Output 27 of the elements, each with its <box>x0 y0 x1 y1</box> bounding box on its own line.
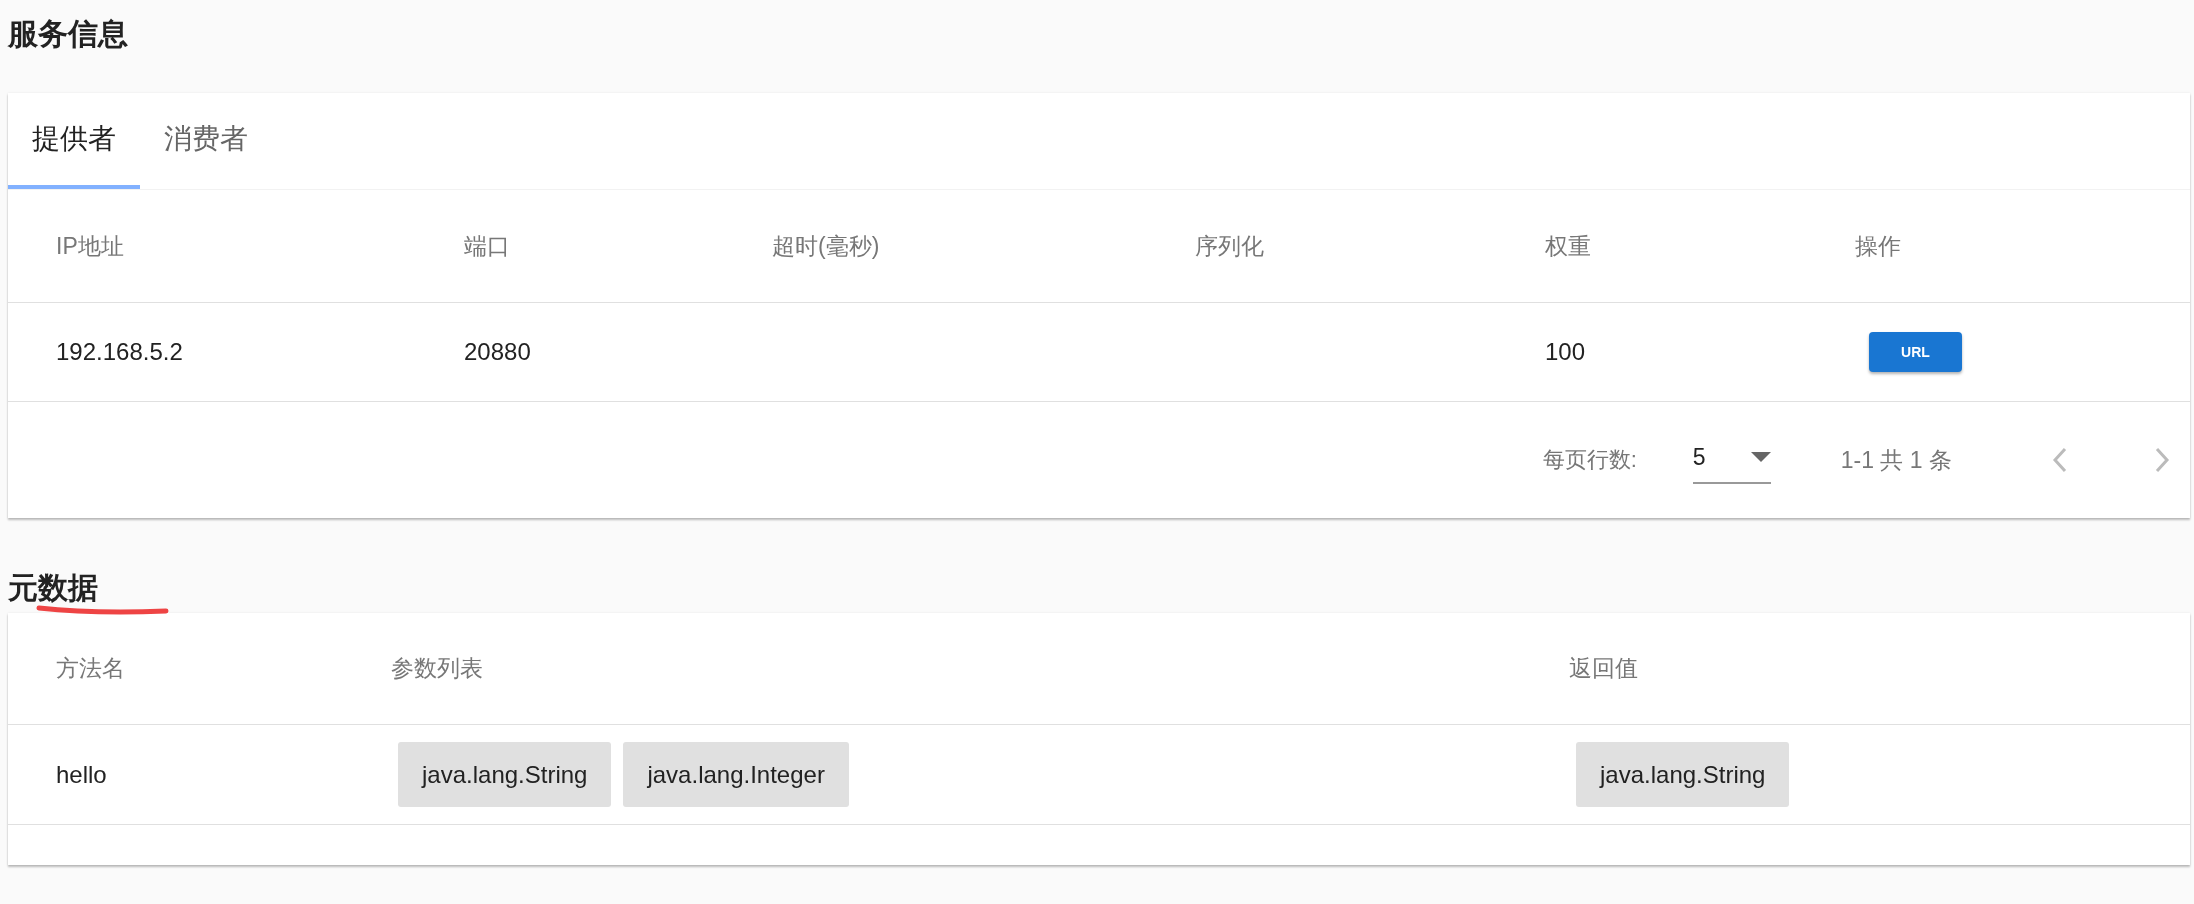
rows-per-page-select[interactable]: 5 <box>1692 436 1771 484</box>
section-title: 元数据 <box>8 570 98 606</box>
table-cell-text: 192.168.5.2 <box>56 338 184 366</box>
column-header: 操作 <box>1855 231 1902 261</box>
table-cell-text: 20880 <box>464 338 532 366</box>
page-range-text: 1-1 共 1 条 <box>1840 445 1952 475</box>
tab[interactable]: 提供者 <box>8 93 140 189</box>
url-button[interactable]: URL <box>1869 332 1962 372</box>
previous-page-icon[interactable] <box>2052 447 2068 473</box>
dropdown-caret-icon <box>1750 452 1771 462</box>
section-title: 服务信息 <box>8 16 129 52</box>
tab[interactable]: 消费者 <box>140 93 272 189</box>
table-cell-text: hello <box>56 760 108 789</box>
column-header: 方法名 <box>56 654 126 683</box>
column-header: 参数列表 <box>391 654 484 683</box>
type-chip: java.lang.Integer <box>623 742 849 807</box>
next-page-icon[interactable] <box>2154 447 2170 473</box>
table-cell-text: 100 <box>1545 338 1587 366</box>
column-header: 返回值 <box>1569 654 1639 683</box>
column-header: 序列化 <box>1195 231 1265 261</box>
rows-per-page-label: 每页行数: <box>1542 446 1637 474</box>
column-header: 权重 <box>1545 231 1592 261</box>
type-chip: java.lang.String <box>398 742 612 807</box>
column-header: 端口 <box>464 231 511 261</box>
type-chip: java.lang.String <box>1576 742 1790 807</box>
column-header: IP地址 <box>56 231 125 261</box>
column-header: 超时(毫秒) <box>772 231 881 261</box>
